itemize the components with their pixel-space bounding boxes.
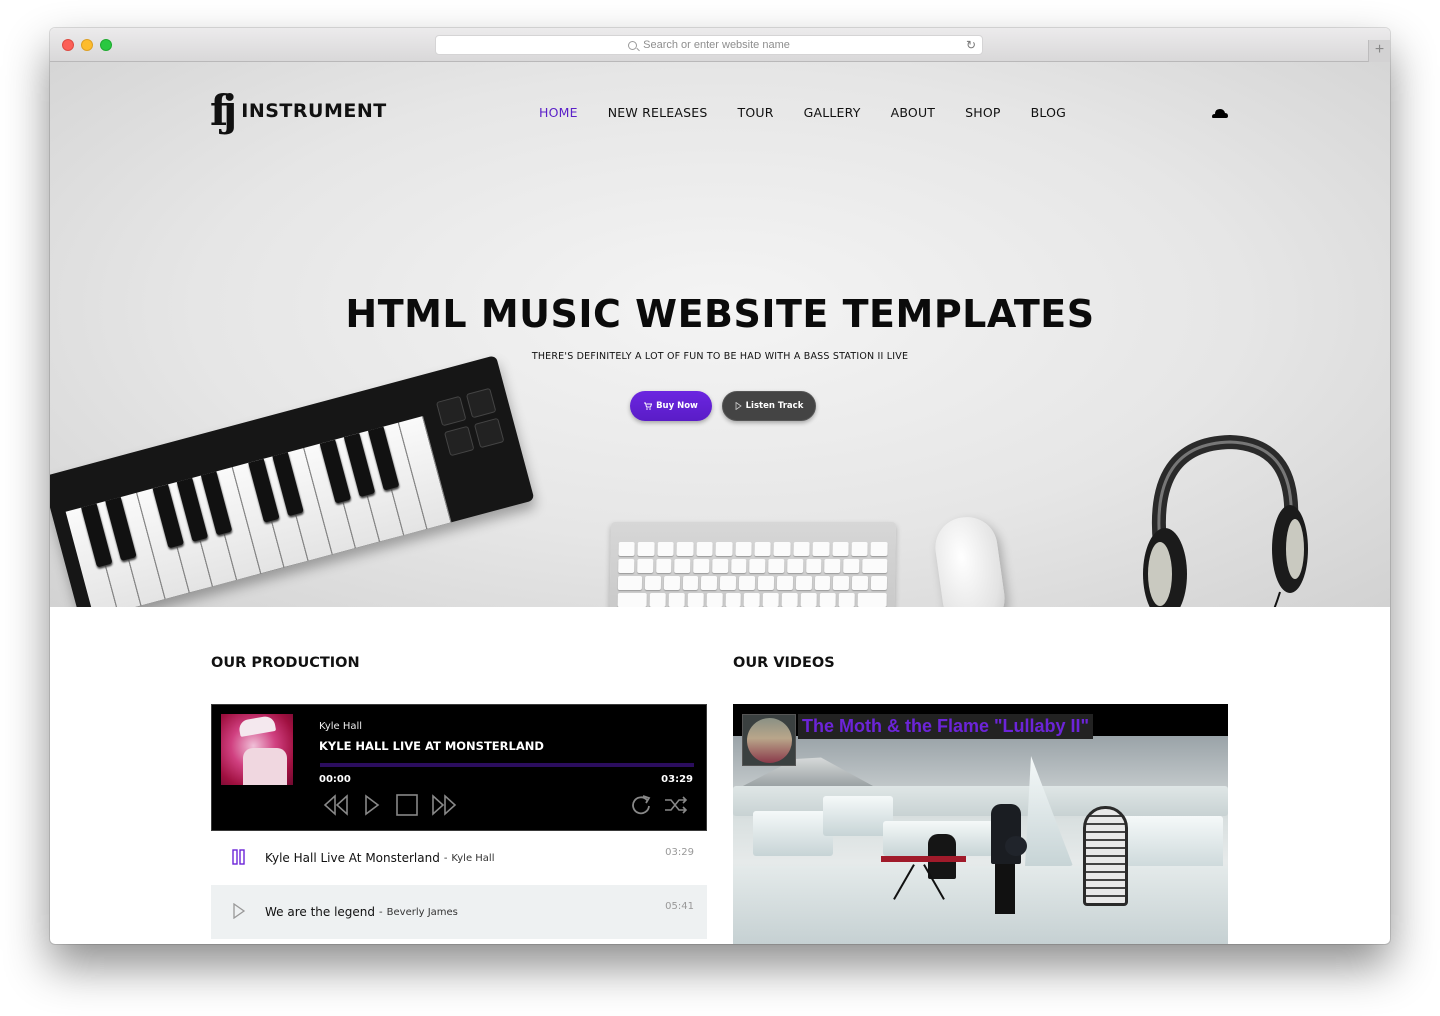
track-duration: 05:41 (665, 901, 694, 912)
computer-keyboard-image (608, 522, 897, 607)
nav-blog[interactable]: BLOG (1031, 105, 1066, 120)
player-track-title: KYLE HALL LIVE AT MONSTERLAND (319, 739, 544, 753)
browser-titlebar: Search or enter website name ↻ + (50, 28, 1390, 62)
hero-subtitle: THERE'S DEFINITELY A LOT OF FUN TO BE HA… (531, 351, 909, 362)
nav-shop[interactable]: SHOP (965, 105, 1001, 120)
search-icon (628, 40, 638, 50)
new-tab-button[interactable]: + (1368, 40, 1390, 62)
play-icon[interactable] (231, 903, 247, 919)
track-artist: Beverly James (386, 906, 458, 918)
video-frame (733, 736, 1228, 944)
track-title: We are the legend (265, 905, 376, 919)
nav-gallery[interactable]: GALLERY (804, 105, 861, 120)
player-current-time: 00:00 (319, 774, 351, 785)
nav-home[interactable]: HOME (539, 105, 578, 120)
cart-icon (644, 402, 653, 410)
video-player[interactable]: The Moth & the Flame "Lullaby II" (733, 704, 1228, 944)
logo-mark: fj (210, 86, 237, 135)
nav-tour[interactable]: TOUR (737, 105, 773, 120)
listen-track-label: Listen Track (745, 401, 804, 411)
address-bar[interactable]: Search or enter website name ↻ (435, 35, 983, 55)
fast-forward-icon[interactable] (431, 793, 457, 817)
track-separator: - (379, 906, 383, 918)
video-title[interactable]: The Moth & the Flame "Lullaby II" (802, 716, 1089, 737)
channel-avatar (747, 718, 792, 763)
buy-now-label: Buy Now (656, 401, 698, 411)
headphones-image (1143, 434, 1308, 607)
track-row[interactable]: We are the legend - Beverly James 05:41 (211, 885, 707, 939)
listen-track-button[interactable]: Listen Track (722, 391, 816, 421)
buy-now-button[interactable]: Buy Now (630, 391, 712, 421)
logo-text: INSTRUMENT (241, 100, 387, 122)
rewind-icon[interactable] (323, 793, 349, 817)
nav-new-releases[interactable]: NEW RELEASES (608, 105, 708, 120)
minimize-window-button[interactable] (81, 39, 93, 51)
site-logo[interactable]: fj INSTRUMENT (210, 90, 387, 132)
mouse-image (931, 513, 1009, 607)
main-nav: HOME NEW RELEASES TOUR GALLERY ABOUT SHO… (539, 105, 1096, 120)
close-window-button[interactable] (62, 39, 74, 51)
cloud-icon[interactable] (1212, 108, 1228, 118)
stop-icon[interactable] (394, 793, 420, 817)
audio-player: Kyle Hall KYLE HALL LIVE AT MONSTERLAND … (211, 704, 707, 831)
hero-section: fj INSTRUMENT HOME NEW RELEASES TOUR GAL… (50, 62, 1390, 607)
track-list: Kyle Hall Live At Monsterland - Kyle Hal… (211, 831, 707, 939)
track-separator: - (443, 852, 448, 864)
play-icon (735, 402, 742, 410)
channel-thumbnail[interactable] (742, 714, 796, 766)
nav-about[interactable]: ABOUT (891, 105, 936, 120)
track-duration: 03:29 (665, 847, 694, 858)
production-heading: OUR PRODUCTION (211, 655, 360, 671)
player-progress-bar[interactable] (320, 763, 694, 767)
track-artist: Kyle Hall (451, 852, 495, 864)
midi-keyboard-image (50, 355, 535, 607)
address-bar-placeholder: Search or enter website name (643, 39, 790, 51)
repeat-icon[interactable] (628, 793, 654, 817)
player-duration: 03:29 (661, 774, 693, 785)
track-row[interactable]: Kyle Hall Live At Monsterland - Kyle Hal… (211, 831, 707, 885)
player-artist: Kyle Hall (319, 721, 363, 732)
browser-window: Search or enter website name ↻ + fj INST… (50, 28, 1390, 944)
play-icon[interactable] (360, 793, 386, 817)
shuffle-icon[interactable] (663, 793, 689, 817)
video-title-bar: The Moth & the Flame "Lullaby II" (798, 714, 1094, 739)
videos-heading: OUR VIDEOS (733, 655, 835, 671)
reload-icon[interactable]: ↻ (966, 38, 976, 52)
hero-title: HTML MUSIC WEBSITE TEMPLATES (345, 292, 1095, 336)
album-cover (221, 714, 293, 785)
pause-icon[interactable] (231, 849, 247, 865)
maximize-window-button[interactable] (100, 39, 112, 51)
track-title: Kyle Hall Live At Monsterland (265, 851, 440, 865)
